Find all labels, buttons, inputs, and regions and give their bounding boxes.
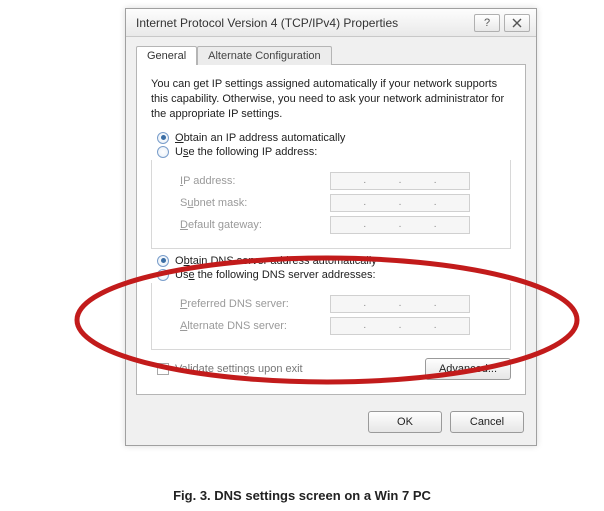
ip-group: IP address: ... Subnet mask: ... Default… [151, 160, 511, 249]
validate-label: Validate settings upon exit [175, 363, 303, 375]
advanced-button[interactable]: Advanced... [425, 358, 511, 380]
radio-icon [157, 255, 169, 267]
ip-address-input: ... [330, 172, 470, 190]
radio-ip-manual[interactable]: Use the following IP address: [157, 146, 511, 158]
radio-dns-manual[interactable]: Use the following DNS server addresses: [157, 269, 511, 281]
alternate-dns-input: ... [330, 317, 470, 335]
dialog-buttons: OK Cancel [126, 405, 536, 445]
window-title: Internet Protocol Version 4 (TCP/IPv4) P… [136, 16, 470, 30]
tab-page-general: You can get IP settings assigned automat… [136, 64, 526, 395]
preferred-dns-label: Preferred DNS server: [180, 298, 330, 310]
help-button[interactable]: ? [474, 14, 500, 32]
radio-icon [157, 146, 169, 158]
figure-caption: Fig. 3. DNS settings screen on a Win 7 P… [0, 488, 604, 503]
alternate-dns-label: Alternate DNS server: [180, 320, 330, 332]
validate-checkbox[interactable] [157, 363, 169, 375]
intro-text: You can get IP settings assigned automat… [151, 77, 511, 122]
subnet-mask-input: ... [330, 194, 470, 212]
preferred-dns-input: ... [330, 295, 470, 313]
cancel-button[interactable]: Cancel [450, 411, 524, 433]
radio-ip-auto[interactable]: Obtain an IP address automatically [157, 132, 511, 144]
bottom-row: Validate settings upon exit Advanced... [151, 358, 511, 380]
titlebar: Internet Protocol Version 4 (TCP/IPv4) P… [126, 9, 536, 37]
ipv4-properties-dialog: Internet Protocol Version 4 (TCP/IPv4) P… [125, 8, 537, 446]
radio-icon [157, 269, 169, 281]
radio-icon [157, 132, 169, 144]
close-button[interactable] [504, 14, 530, 32]
subnet-mask-label: Subnet mask: [180, 197, 330, 209]
default-gateway-input: ... [330, 216, 470, 234]
default-gateway-label: Default gateway: [180, 219, 330, 231]
dns-group: Preferred DNS server: ... Alternate DNS … [151, 283, 511, 350]
ok-button[interactable]: OK [368, 411, 442, 433]
radio-dns-auto[interactable]: Obtain DNS server address automatically [157, 255, 511, 267]
tab-alternate[interactable]: Alternate Configuration [197, 46, 332, 65]
close-icon [512, 18, 522, 28]
tabstrip: General Alternate Configuration [126, 37, 536, 64]
radio-ip-auto-label: btain an IP address automatically [184, 132, 346, 144]
tab-general[interactable]: General [136, 46, 197, 65]
ip-address-label: IP address: [180, 175, 330, 187]
